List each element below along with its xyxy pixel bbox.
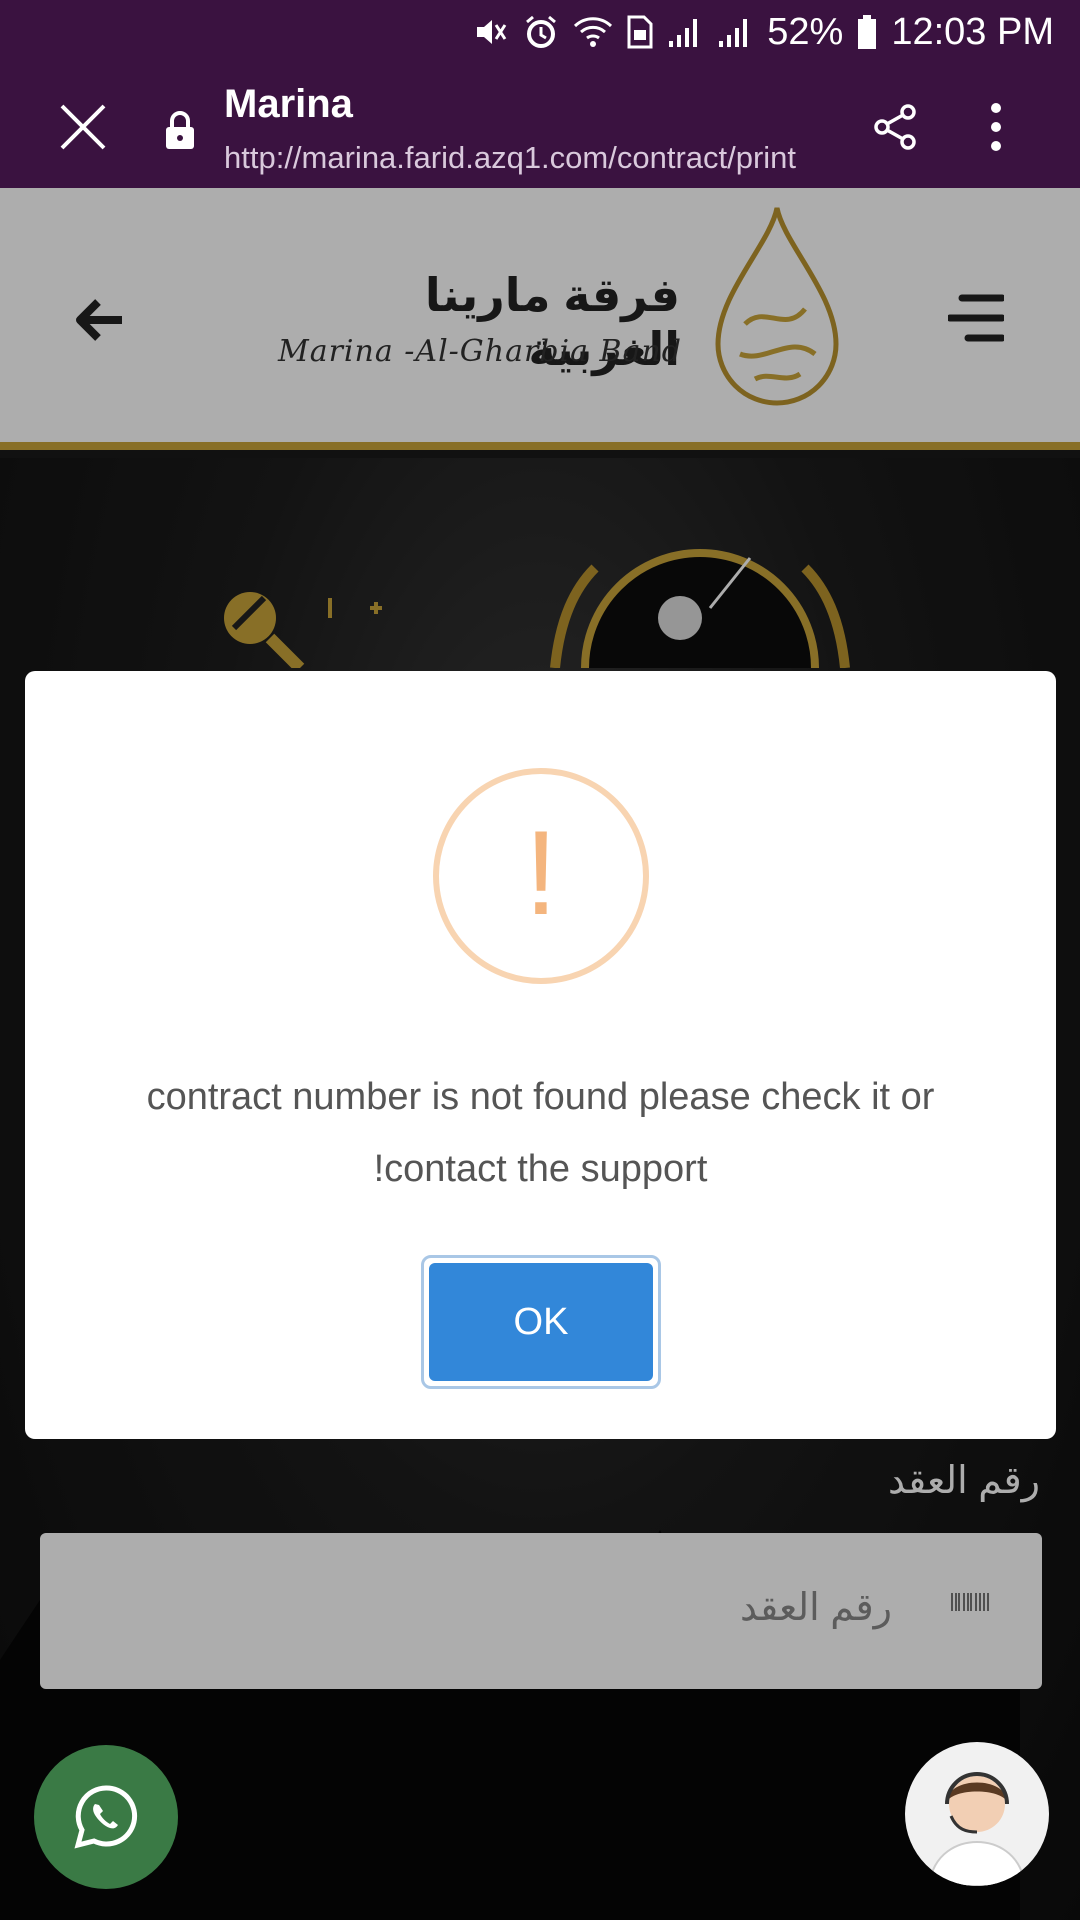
whatsapp-icon xyxy=(74,1785,138,1849)
signal-icon xyxy=(717,12,753,52)
clock: 12:03 PM xyxy=(891,10,1054,53)
lock-icon[interactable] xyxy=(164,110,196,150)
more-options-icon[interactable] xyxy=(976,100,1016,154)
wifi-icon xyxy=(573,12,613,52)
browser-toolbar: Marina http://marina.farid.azq1.com/cont… xyxy=(0,64,1080,188)
page-title: Marina xyxy=(224,82,353,126)
status-bar: 52% 12:03 PM xyxy=(0,0,1080,64)
url-text[interactable]: http://marina.farid.azq1.com/contract/pr… xyxy=(224,140,796,176)
ok-button-focus-ring: OK xyxy=(421,1255,661,1389)
battery-percent: 52% xyxy=(767,10,844,53)
error-dialog: ! contract number is not found please ch… xyxy=(25,671,1056,1439)
warning-exclamation-icon: ! xyxy=(433,768,649,984)
alarm-icon xyxy=(523,12,559,52)
sim-icon xyxy=(627,12,653,52)
share-icon[interactable] xyxy=(870,102,920,152)
whatsapp-button[interactable] xyxy=(34,1745,178,1889)
dialog-message: contract number is not found please chec… xyxy=(146,1076,935,1190)
battery-icon xyxy=(857,12,877,52)
warning-glyph: ! xyxy=(524,806,558,940)
close-icon[interactable] xyxy=(56,100,110,154)
support-agent-avatar[interactable] xyxy=(905,1742,1049,1886)
signal-icon xyxy=(667,12,703,52)
ok-button[interactable]: OK xyxy=(429,1263,653,1381)
mute-icon xyxy=(473,12,509,52)
